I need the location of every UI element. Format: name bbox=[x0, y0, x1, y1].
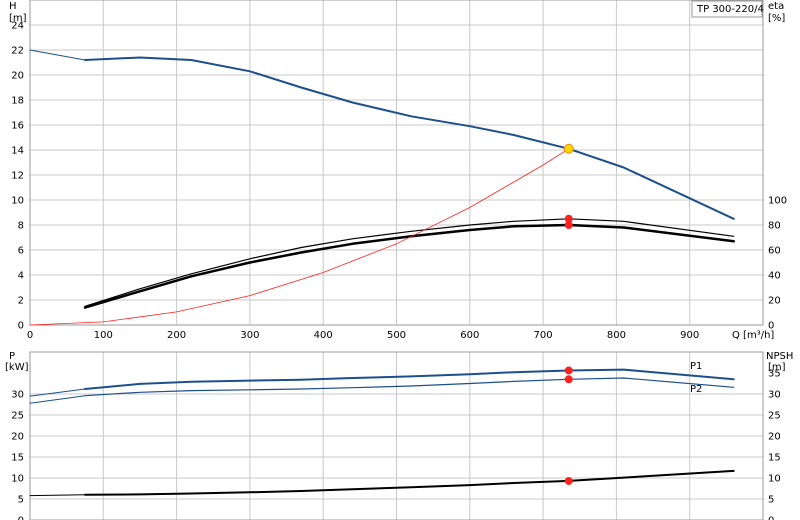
left-tick-label: 25 bbox=[11, 411, 24, 422]
x-tick-label: 600 bbox=[460, 330, 479, 341]
series-line-P1_ext bbox=[29, 388, 86, 397]
bottom-plot-series bbox=[29, 368, 735, 497]
x-tick-label: 900 bbox=[680, 330, 699, 341]
x-tick-label: 800 bbox=[607, 330, 626, 341]
duty-point-marker bbox=[564, 366, 573, 375]
x-tick-label: 500 bbox=[387, 330, 406, 341]
right-tick-label: 20 bbox=[768, 432, 781, 443]
series-line-P2 bbox=[84, 377, 735, 397]
chart-title: TP 300-220/4 bbox=[696, 4, 764, 15]
series-label-p2: P2 bbox=[690, 384, 702, 395]
top-left-axis-unit: [m] bbox=[9, 13, 27, 24]
left-tick-label: 0 bbox=[18, 321, 24, 332]
top-right-axis-unit: [%] bbox=[768, 13, 785, 24]
top-left-axis-label: H bbox=[9, 1, 17, 12]
left-tick-label: 20 bbox=[11, 432, 24, 443]
duty-point-marker bbox=[563, 143, 574, 154]
bottom-left-axis-unit: [kW] bbox=[5, 362, 29, 373]
x-tick-label: 700 bbox=[534, 330, 553, 341]
x-tick-label: 0 bbox=[27, 330, 33, 341]
left-tick-label: 12 bbox=[11, 171, 24, 182]
x-tick-label: 100 bbox=[94, 330, 113, 341]
right-tick-label: 60 bbox=[768, 246, 781, 257]
bottom-right-axis-unit: [m] bbox=[768, 362, 786, 373]
right-tick-label: 80 bbox=[768, 221, 781, 232]
bottom-left-axis-label: P bbox=[9, 351, 15, 362]
right-tick-label: 0 bbox=[768, 516, 774, 520]
series-line-H bbox=[84, 56, 735, 220]
left-tick-label: 16 bbox=[11, 121, 24, 132]
left-tick-label: 8 bbox=[18, 221, 24, 232]
left-tick-label: 10 bbox=[11, 474, 24, 485]
series-line-H_ext bbox=[29, 49, 86, 61]
left-tick-label: 4 bbox=[18, 271, 24, 282]
series-label-p1: P1 bbox=[690, 361, 702, 372]
x-tick-label: 400 bbox=[314, 330, 333, 341]
duty-point-marker bbox=[564, 375, 573, 384]
left-tick-label: 6 bbox=[18, 246, 24, 257]
series-line-eta_upper bbox=[84, 218, 735, 307]
left-tick-label: 20 bbox=[11, 71, 24, 82]
left-tick-label: 22 bbox=[11, 46, 24, 57]
left-tick-label: 18 bbox=[11, 96, 24, 107]
right-tick-label: 100 bbox=[768, 196, 787, 207]
duty-point-marker bbox=[564, 476, 573, 485]
pump-performance-chart: 0 2 4 6 8 10 12 14 16 18 20 22 24 0 20 40 60 80 100 0 100 200… bbox=[0, 0, 800, 520]
right-tick-label: 15 bbox=[768, 453, 781, 464]
top-plot-series bbox=[29, 49, 735, 326]
left-tick-label: 30 bbox=[11, 390, 24, 401]
right-tick-label: 40 bbox=[768, 271, 781, 282]
right-tick-label: 10 bbox=[768, 474, 781, 485]
right-tick-label: 25 bbox=[768, 411, 781, 422]
duty-point-marker bbox=[564, 221, 573, 229]
left-tick-label: 15 bbox=[11, 453, 24, 464]
right-tick-label: 5 bbox=[768, 495, 774, 506]
right-tick-label: 30 bbox=[768, 390, 781, 401]
top-plot-markers bbox=[563, 143, 574, 229]
series-line-P2_ext bbox=[29, 395, 86, 404]
right-tick-label: 20 bbox=[768, 296, 781, 307]
chart-canvas: 0246810121416182022240204060801000 100 200… bbox=[5, 0, 793, 520]
series-line-NPSH_ext bbox=[29, 494, 86, 497]
x-tick-label: 300 bbox=[240, 330, 259, 341]
series-line-NPSH bbox=[84, 469, 735, 496]
left-tick-label: 14 bbox=[11, 146, 24, 157]
left-tick-label: 2 bbox=[18, 296, 24, 307]
bottom-right-axis-label: NPSH bbox=[766, 351, 793, 362]
left-tick-label: 5 bbox=[18, 495, 24, 506]
x-tick-label: 200 bbox=[167, 330, 186, 341]
bottom-plot-markers bbox=[564, 366, 573, 485]
top-plot-grid bbox=[29, 0, 763, 326]
x-axis-label: Q [m³/h] bbox=[732, 330, 774, 341]
top-right-axis-label: eta bbox=[768, 1, 784, 12]
left-tick-label: 10 bbox=[11, 196, 24, 207]
left-tick-label: 0 bbox=[18, 516, 24, 520]
